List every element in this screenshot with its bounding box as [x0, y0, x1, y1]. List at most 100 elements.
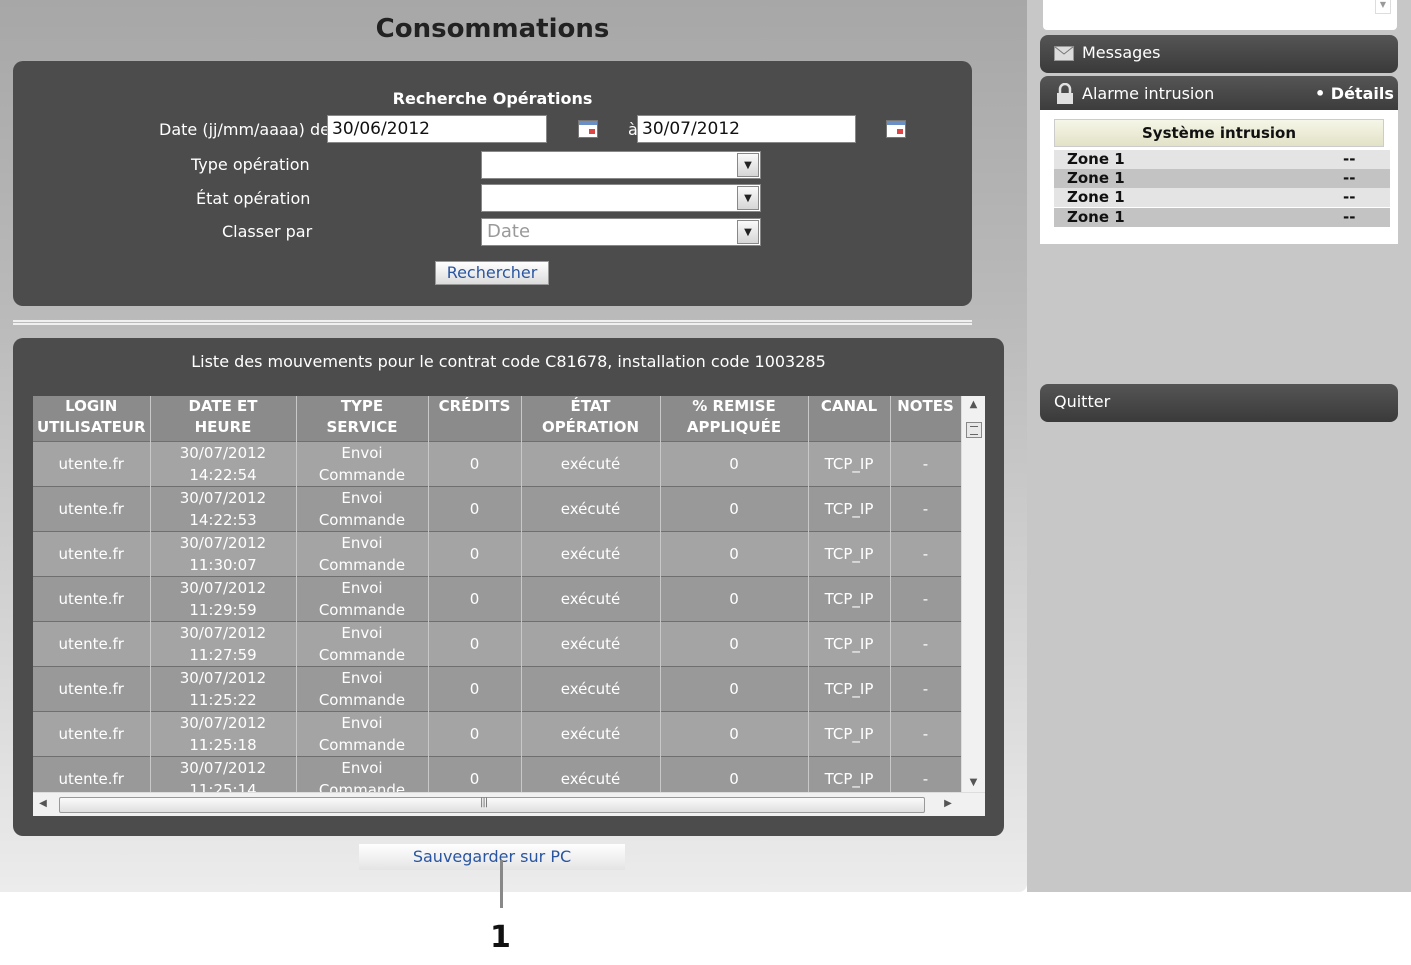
scroll-right-icon[interactable]: ▶ — [938, 793, 958, 815]
sort-by-select[interactable]: Date ▼ — [481, 218, 761, 246]
discount-cell: 0 — [660, 755, 809, 792]
zone-row: Zone 1 -- — [1054, 188, 1390, 207]
column-header[interactable]: ÉTAT OPÉRATION — [521, 396, 661, 441]
movements-table: LOGIN UTILISATEUR DATE ET HEURE TYPE SERVIC… — [33, 396, 961, 792]
scroll-thumb[interactable] — [966, 422, 982, 438]
datetime-cell: 30/07/2012 14:22:53 — [150, 485, 297, 531]
section-divider — [13, 320, 972, 325]
messages-bar[interactable]: Messages — [1040, 35, 1398, 73]
service-type-cell: Envoi Commande — [296, 710, 429, 756]
table-row[interactable]: utente.fr 30/07/2012 11:29:59 Envoi Commande… — [33, 575, 961, 621]
credits-cell: 0 — [428, 485, 522, 531]
page-title: Consommations — [375, 14, 610, 44]
quit-label: Quitter — [1054, 392, 1111, 411]
service-type-cell: Envoi Commande — [296, 665, 429, 711]
intrusion-system-header: Système intrusion — [1054, 119, 1384, 147]
operation-type-label: Type opération — [191, 155, 310, 174]
chevron-down-icon[interactable]: ▼ — [737, 220, 759, 244]
login-cell: utente.fr — [33, 620, 151, 666]
datetime-cell: 30/07/2012 11:27:59 — [150, 620, 297, 666]
notes-cell: - — [890, 575, 961, 621]
scroll-thumb[interactable] — [59, 797, 925, 813]
notes-cell: - — [890, 440, 961, 486]
messages-label: Messages — [1082, 43, 1161, 62]
column-header[interactable]: CRÉDITS — [428, 396, 522, 441]
table-row[interactable]: utente.fr 30/07/2012 11:25:18 Envoi Commande… — [33, 710, 961, 756]
login-cell: utente.fr — [33, 710, 151, 756]
channel-cell: TCP_IP — [808, 710, 891, 756]
discount-cell: 0 — [660, 620, 809, 666]
state-cell: exécuté — [521, 485, 661, 531]
credits-cell: 0 — [428, 710, 522, 756]
sidebar-top-box: ▼ — [1043, 0, 1397, 30]
table-row[interactable]: utente.fr 30/07/2012 11:27:59 Envoi Commande… — [33, 620, 961, 666]
table-header-row: LOGIN UTILISATEUR DATE ET HEURE TYPE SERVIC… — [33, 396, 961, 441]
service-type-cell: Envoi Commande — [296, 575, 429, 621]
table-scroll-area[interactable]: LOGIN UTILISATEUR DATE ET HEURE TYPE SERVIC… — [33, 396, 961, 792]
alarm-intrusion-label: Alarme intrusion — [1082, 84, 1215, 103]
credits-cell: 0 — [428, 440, 522, 486]
state-cell: exécuté — [521, 710, 661, 756]
login-cell: utente.fr — [33, 755, 151, 792]
state-cell: exécuté — [521, 530, 661, 576]
table-row[interactable]: utente.fr 30/07/2012 14:22:53 Envoi Commande… — [33, 485, 961, 531]
chevron-down-icon[interactable]: ▼ — [737, 153, 759, 177]
channel-cell: TCP_IP — [808, 755, 891, 792]
credits-cell: 0 — [428, 755, 522, 792]
save-to-pc-button[interactable]: Sauvegarder sur PC — [359, 844, 625, 870]
envelope-icon — [1054, 46, 1074, 61]
operation-type-select[interactable]: ▼ — [481, 151, 761, 179]
column-header[interactable]: NOTES — [890, 396, 961, 441]
table-row[interactable]: utente.fr 30/07/2012 11:25:22 Envoi Commande… — [33, 665, 961, 711]
discount-cell: 0 — [660, 485, 809, 531]
column-header[interactable]: CANAL — [808, 396, 891, 441]
table-row[interactable]: utente.fr 30/07/2012 14:22:54 Envoi Commande… — [33, 440, 961, 486]
search-button[interactable]: Rechercher — [435, 261, 549, 285]
state-cell: exécuté — [521, 620, 661, 666]
channel-cell: TCP_IP — [808, 665, 891, 711]
details-link[interactable]: • Détails — [1315, 84, 1394, 103]
operation-state-select[interactable]: ▼ — [481, 184, 761, 212]
state-cell: exécuté — [521, 575, 661, 621]
column-header[interactable]: DATE ET HEURE — [150, 396, 297, 441]
credits-cell: 0 — [428, 665, 522, 711]
datetime-cell: 30/07/2012 11:30:07 — [150, 530, 297, 576]
datetime-cell: 30/07/2012 11:25:14 — [150, 755, 297, 792]
vertical-scrollbar[interactable]: ▲ ▼ — [961, 396, 985, 792]
search-panel-title: Recherche Opérations — [392, 89, 593, 108]
datetime-cell: 30/07/2012 14:22:54 — [150, 440, 297, 486]
service-type-cell: Envoi Commande — [296, 620, 429, 666]
table-row[interactable]: utente.fr 30/07/2012 11:25:14 Envoi Commande… — [33, 755, 961, 792]
notes-cell: - — [890, 710, 961, 756]
login-cell: utente.fr — [33, 575, 151, 621]
datetime-cell: 30/07/2012 11:29:59 — [150, 575, 297, 621]
date-to-input[interactable] — [637, 115, 856, 143]
sidebar: ▼ Messages Alarme intrusion • Détails Sy… — [1027, 0, 1411, 892]
date-from-input[interactable] — [327, 115, 547, 143]
quit-button[interactable]: Quitter — [1040, 384, 1398, 422]
column-header[interactable]: LOGIN UTILISATEUR — [33, 396, 151, 441]
notes-cell: - — [890, 485, 961, 531]
chevron-down-icon[interactable]: ▼ — [1375, 0, 1391, 14]
credits-cell: 0 — [428, 620, 522, 666]
column-header[interactable]: % REMISE APPLIQUÉE — [660, 396, 809, 441]
state-cell: exécuté — [521, 665, 661, 711]
scroll-up-icon[interactable]: ▲ — [962, 396, 985, 414]
notes-cell: - — [890, 665, 961, 711]
scroll-left-icon[interactable]: ◀ — [33, 793, 53, 815]
horizontal-scrollbar[interactable]: ◀ ▶ — [33, 792, 985, 816]
column-header[interactable]: TYPE SERVICE — [296, 396, 429, 441]
chevron-down-icon[interactable]: ▼ — [737, 186, 759, 210]
date-range-label: Date (jj/mm/aaaa) de — [159, 120, 330, 139]
table-row[interactable]: utente.fr 30/07/2012 11:30:07 Envoi Commande… — [33, 530, 961, 576]
calendar-icon[interactable] — [578, 120, 598, 138]
notes-cell: - — [890, 620, 961, 666]
credits-cell: 0 — [428, 530, 522, 576]
callout-number: 1 — [490, 920, 511, 955]
operation-state-label: État opération — [196, 189, 311, 208]
notes-cell: - — [890, 530, 961, 576]
scroll-down-icon[interactable]: ▼ — [962, 774, 985, 792]
zone-row: Zone 1 -- — [1054, 169, 1390, 188]
alarm-intrusion-bar: Alarme intrusion • Détails — [1040, 76, 1398, 114]
calendar-icon[interactable] — [886, 120, 906, 138]
